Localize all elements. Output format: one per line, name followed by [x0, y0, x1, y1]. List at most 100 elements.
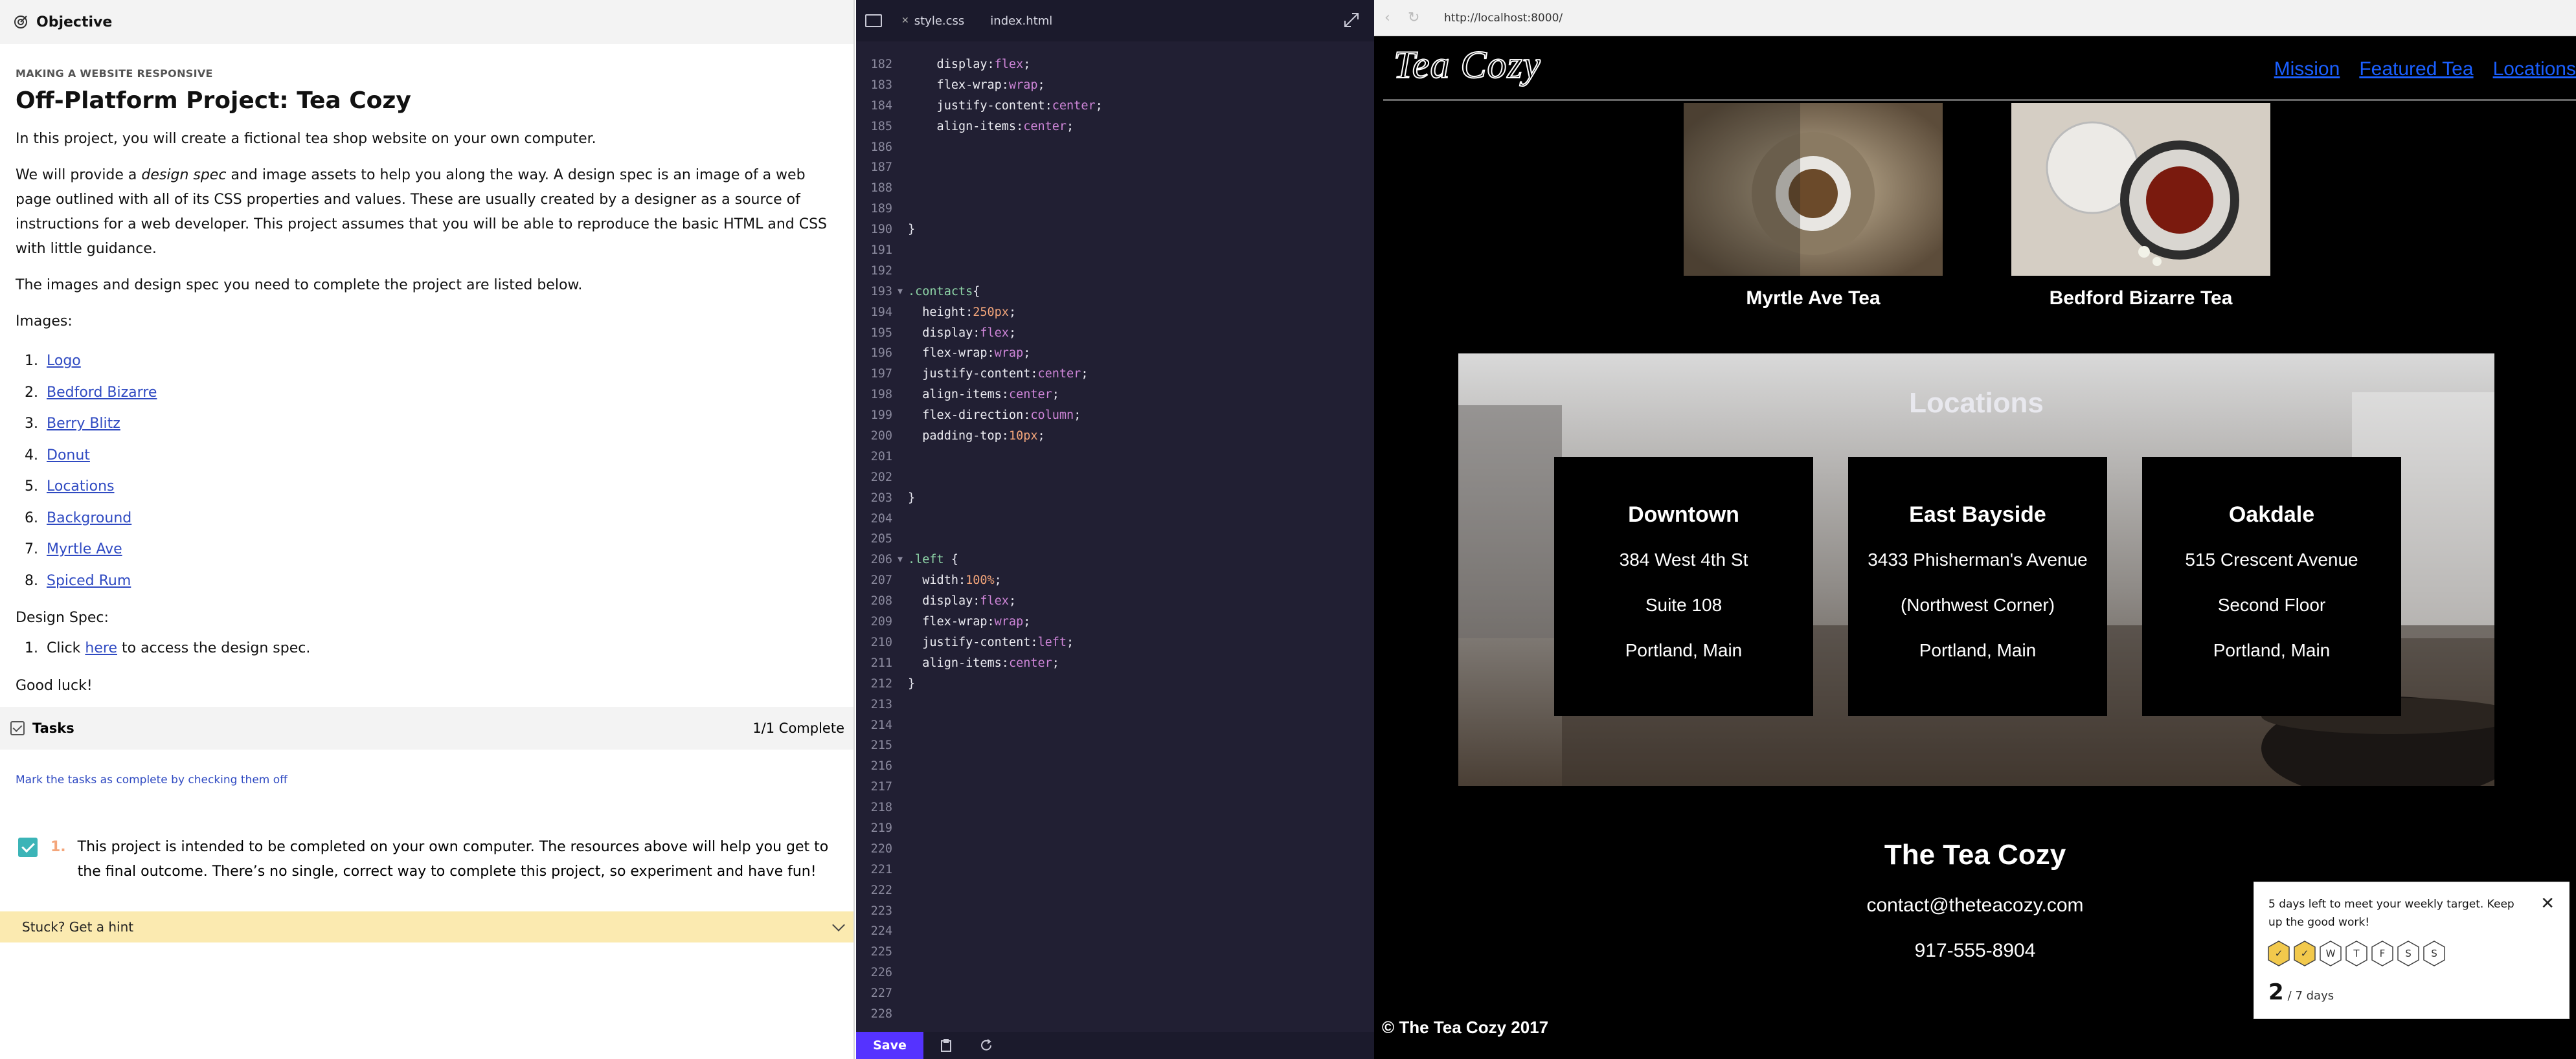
line-number: 211: [870, 656, 892, 670]
fold-arrow-icon: [892, 612, 908, 632]
intro-text: In this project, you will create a ficti…: [16, 131, 596, 147]
nav-link-locations[interactable]: Locations: [2493, 58, 2576, 80]
line-number: 196: [870, 346, 892, 361]
code-line: 190}: [856, 219, 1374, 240]
image-link-bedford-bizarre[interactable]: Bedford Bizarre: [47, 385, 157, 401]
reload-icon[interactable]: ↻: [1408, 10, 1422, 25]
code-token: ;: [1037, 78, 1045, 92]
expand-icon[interactable]: [1343, 12, 1360, 28]
line-number: 206: [870, 553, 892, 567]
image-link-locations[interactable]: Locations: [47, 478, 115, 495]
tasks-instruction: Mark the tasks as complete by checking t…: [16, 774, 288, 786]
fold-arrow-icon: [892, 715, 908, 736]
code-token: 250px: [973, 305, 1009, 319]
day-pending-badge: W: [2319, 941, 2342, 966]
code-token: flex-direction:: [908, 408, 1031, 423]
image-list-item: Myrtle Ave: [43, 534, 838, 566]
code-token: wrap: [1008, 78, 1038, 92]
fold-arrow-icon: [892, 219, 908, 240]
fold-arrow-icon: [892, 302, 908, 323]
fold-arrow-icon: [892, 75, 908, 96]
nav-link-featured-tea[interactable]: Featured Tea: [2359, 58, 2473, 80]
site-logo[interactable]: Tea Cozy: [1393, 43, 1541, 87]
code-token: flex-wrap:: [908, 78, 1009, 92]
design-spec-link[interactable]: here: [85, 640, 117, 656]
code-line: 219: [856, 818, 1374, 839]
fold-arrow-icon: [892, 921, 908, 942]
fold-arrow-icon[interactable]: ▼: [892, 550, 908, 570]
day-letter: S: [2405, 948, 2412, 959]
site-nav: Mission Featured Tea Locations: [2255, 58, 2576, 80]
code-token: ;: [1008, 326, 1017, 340]
tasks-header: Tasks 1/1 Complete: [0, 707, 853, 750]
clipboard-icon[interactable]: [939, 1038, 953, 1053]
code-token: .contacts: [908, 284, 973, 298]
code-token: flex: [994, 58, 1024, 71]
editor-footer: Save: [856, 1032, 1374, 1059]
task-number: 1.: [51, 839, 66, 855]
image-link-berry-blitz[interactable]: Berry Blitz: [47, 416, 120, 432]
code-line: 184 justify-content: center;: [856, 96, 1374, 117]
location-name: East Bayside: [1909, 502, 2046, 527]
lesson-kicker: MAKING A WEBSITE RESPONSIVE: [16, 67, 213, 80]
myrtle-ave-image: [1684, 103, 1943, 276]
code-token: ;: [1052, 656, 1059, 670]
tab-index-html[interactable]: index.html: [990, 14, 1052, 28]
fold-arrow-icon[interactable]: ▼: [892, 282, 908, 302]
image-list-item: Spiced Rum: [43, 566, 838, 597]
weekly-target-toast: 5 days left to meet your weekly target. …: [2254, 882, 2570, 1019]
refresh-icon[interactable]: [979, 1038, 993, 1053]
objective-header: Objective: [0, 0, 853, 44]
code-token: display:: [908, 326, 980, 340]
fold-arrow-icon: [892, 343, 908, 364]
location-address-line: 3433 Phisherman's Avenue: [1868, 550, 2088, 570]
hint-toggle[interactable]: Stuck? Get a hint: [0, 911, 853, 942]
location-address-line: 384 West 4th St: [1619, 550, 1748, 570]
code-line: 205: [856, 529, 1374, 550]
code-line: 210 justify-content: left;: [856, 632, 1374, 653]
fold-arrow-icon: [892, 860, 908, 880]
code-token: column: [1030, 408, 1074, 423]
fold-arrow-icon: [892, 839, 908, 860]
code-token: 100%: [966, 574, 995, 588]
code-line: 216: [856, 756, 1374, 777]
tab-style-css[interactable]: ✕ style.css: [901, 14, 964, 28]
save-button[interactable]: Save: [856, 1032, 923, 1059]
back-icon[interactable]: ‹: [1384, 10, 1399, 25]
close-icon[interactable]: ✕: [2540, 894, 2555, 913]
image-link-logo[interactable]: Logo: [47, 353, 81, 369]
code-token: }: [908, 223, 916, 237]
code-token: justify-content:: [908, 367, 1038, 381]
code-line: 202: [856, 467, 1374, 488]
line-number: 220: [870, 842, 892, 856]
line-number: 194: [870, 305, 892, 319]
fold-arrow-icon: [892, 880, 908, 901]
location-city: Portland, Main: [2213, 640, 2331, 660]
target-icon: [14, 16, 27, 28]
code-token: flex: [980, 326, 1009, 340]
url-field[interactable]: http://localhost:8000/: [1444, 12, 1563, 25]
image-link-donut[interactable]: Donut: [47, 447, 90, 463]
code-area[interactable]: 182 display: flex; 183 flex-wrap: wrap; 184 …: [856, 54, 1374, 1025]
code-token: flex-wrap:: [908, 615, 995, 629]
code-token: ;: [1023, 58, 1031, 71]
nav-link-mission[interactable]: Mission: [2274, 58, 2340, 80]
task-checkbox[interactable]: [18, 838, 38, 857]
code-token: ;: [1052, 388, 1059, 402]
code-line: 220: [856, 839, 1374, 860]
code-line: 201: [856, 447, 1374, 467]
image-link-background[interactable]: Background: [47, 510, 131, 526]
folder-icon[interactable]: [865, 14, 882, 27]
code-token: ;: [1067, 119, 1074, 133]
fold-arrow-icon: [892, 695, 908, 715]
code-line: 196 flex-wrap: wrap;: [856, 343, 1374, 364]
objective-header-label: Objective: [36, 14, 113, 30]
image-link-spiced-rum[interactable]: Spiced Rum: [47, 573, 131, 589]
image-link-myrtle-ave[interactable]: Myrtle Ave: [47, 541, 122, 557]
close-icon[interactable]: ✕: [901, 16, 909, 26]
fold-arrow-icon: [892, 529, 908, 550]
page-title: Off-Platform Project: Tea Cozy: [16, 87, 411, 114]
streak-days: ✓ ✓ W T F S S: [2267, 941, 2448, 966]
code-token: flex-wrap:: [908, 346, 995, 361]
fold-arrow-icon: [892, 653, 908, 674]
